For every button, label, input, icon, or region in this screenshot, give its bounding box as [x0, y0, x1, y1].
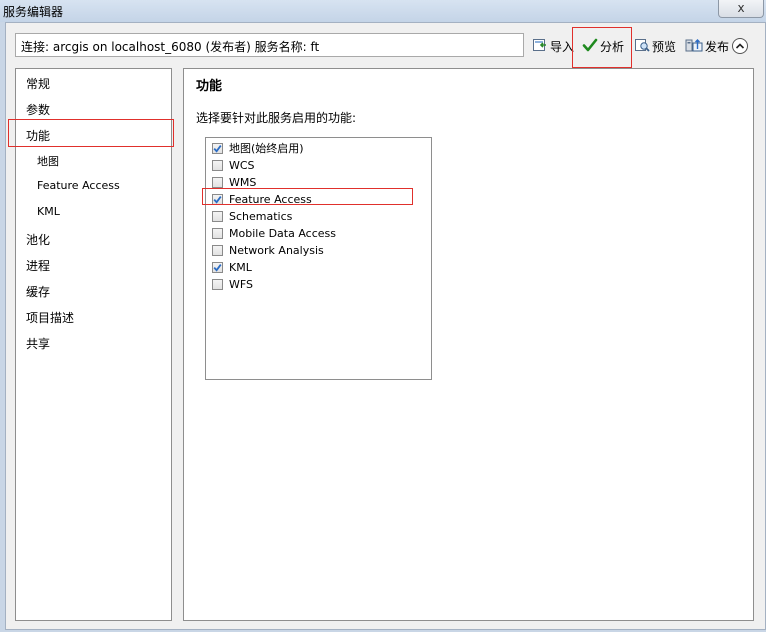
window-title: 服务编辑器 — [3, 5, 64, 19]
capability-row[interactable]: Schematics — [212, 208, 292, 224]
capability-label: KML — [229, 260, 252, 274]
sidebar-item-map[interactable]: 地图 — [37, 153, 59, 169]
sidebar-item-item-description[interactable]: 项目描述 — [26, 309, 74, 326]
capability-row[interactable]: WFS — [212, 276, 253, 292]
sidebar-item-pooling[interactable]: 池化 — [26, 231, 50, 248]
capabilities-panel: 功能 选择要针对此服务启用的功能: 地图(始终启用) WCS WMS Featu… — [183, 68, 754, 621]
sidebar-item-processes[interactable]: 进程 — [26, 257, 50, 274]
capability-label: WMS — [229, 175, 257, 189]
preview-icon — [634, 37, 650, 56]
publish-label: 发布 — [705, 39, 730, 54]
checkbox[interactable] — [212, 244, 223, 256]
capability-row[interactable]: Feature Access — [212, 191, 312, 207]
capability-label: Feature Access — [229, 192, 312, 206]
checkbox[interactable] — [212, 261, 223, 273]
checkbox[interactable] — [212, 176, 223, 188]
capability-row[interactable]: WCS — [212, 157, 255, 173]
sidebar-item-parameters[interactable]: 参数 — [26, 101, 50, 118]
import-button[interactable]: 导入 — [532, 36, 574, 56]
analyze-button[interactable]: 分析 — [582, 36, 624, 56]
sidebar-item-sharing[interactable]: 共享 — [26, 335, 50, 352]
page-title: 功能 — [196, 79, 223, 94]
checkbox[interactable] — [212, 210, 223, 222]
section-description: 选择要针对此服务启用的功能: — [196, 111, 357, 125]
checkbox[interactable] — [212, 142, 223, 154]
title-bar: 服务编辑器 x — [0, 0, 766, 22]
capability-list: 地图(始终启用) WCS WMS Feature Access Schemati… — [205, 137, 432, 380]
check-icon — [213, 144, 222, 153]
checkbox[interactable] — [212, 193, 223, 205]
import-icon — [532, 37, 548, 56]
capability-row[interactable]: WMS — [212, 174, 256, 190]
close-icon: x — [737, 1, 745, 15]
checkbox[interactable] — [212, 159, 223, 171]
publish-button[interactable]: 发布 — [685, 36, 729, 56]
capability-row[interactable]: Mobile Data Access — [212, 225, 336, 241]
preview-button[interactable]: 预览 — [634, 36, 676, 56]
chevron-up-icon — [735, 39, 745, 53]
capability-label: WCS — [229, 158, 255, 172]
checkbox[interactable] — [212, 227, 223, 239]
analyze-label: 分析 — [600, 39, 625, 54]
capability-label: Schematics — [229, 209, 293, 223]
capability-label: 地图(始终启用) — [229, 142, 304, 155]
capability-row[interactable]: Network Analysis — [212, 242, 324, 258]
check-icon — [213, 195, 222, 204]
capability-row[interactable]: KML — [212, 259, 252, 275]
sidebar: 常规 参数 功能 地图 Feature Access KML 池化 进程 缓存 … — [15, 68, 172, 621]
sidebar-item-kml[interactable]: KML — [37, 205, 60, 218]
checkbox[interactable] — [212, 278, 223, 290]
capability-label: WFS — [229, 277, 253, 291]
sidebar-item-general[interactable]: 常规 — [26, 75, 50, 92]
sidebar-item-caching[interactable]: 缓存 — [26, 283, 50, 300]
connection-field[interactable]: 连接: arcgis on localhost_6080 (发布者) 服务名称:… — [15, 33, 524, 57]
sidebar-item-feature-access[interactable]: Feature Access — [37, 179, 120, 192]
capability-label: Mobile Data Access — [229, 226, 336, 240]
check-icon — [213, 263, 222, 272]
sidebar-item-capabilities[interactable]: 功能 — [26, 127, 50, 144]
dialog-body: 连接: arcgis on localhost_6080 (发布者) 服务名称:… — [5, 22, 766, 630]
close-button[interactable]: x — [718, 0, 764, 18]
checkmark-icon — [582, 37, 598, 56]
import-label: 导入 — [550, 39, 575, 54]
capability-label: Network Analysis — [229, 243, 324, 257]
capability-row[interactable]: 地图(始终启用) — [212, 140, 304, 156]
publish-icon — [685, 37, 703, 56]
preview-label: 预览 — [652, 39, 677, 54]
collapse-button[interactable] — [732, 38, 748, 54]
